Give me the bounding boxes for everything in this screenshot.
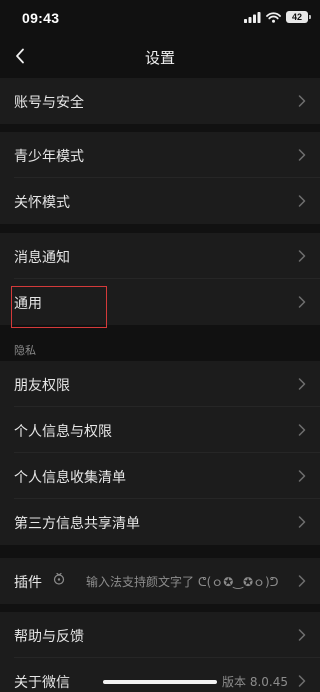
settings-row-teen-mode[interactable]: 青少年模式	[0, 132, 320, 178]
cellular-signal-icon	[244, 11, 261, 23]
row-label: 插件	[14, 575, 42, 591]
settings-row-notifications[interactable]: 消息通知	[0, 233, 320, 279]
row-label: 第三方信息共享清单	[14, 516, 140, 532]
settings-row-third-party-sharing[interactable]: 第三方信息共享清单	[0, 499, 320, 545]
settings-row-personal-info-collection[interactable]: 个人信息收集清单	[0, 453, 320, 499]
row-label: 个人信息与权限	[14, 424, 112, 440]
row-label: 消息通知	[14, 250, 70, 266]
chevron-right-icon	[298, 629, 306, 641]
settings-row-personal-info-permissions[interactable]: 个人信息与权限	[0, 407, 320, 453]
settings-row-friend-permissions[interactable]: 朋友权限	[0, 361, 320, 407]
chevron-right-icon	[298, 516, 306, 528]
row-label: 通用	[14, 296, 42, 312]
settings-row-help-feedback[interactable]: 帮助与反馈	[0, 612, 320, 658]
status-time: 09:43	[22, 10, 60, 26]
settings-row-account-security[interactable]: 账号与安全	[0, 78, 320, 124]
settings-group-modes: 青少年模式 关怀模式	[0, 132, 320, 224]
chevron-right-icon	[298, 378, 306, 390]
row-label: 帮助与反馈	[14, 629, 84, 645]
settings-row-about-wechat[interactable]: 关于微信 版本 8.0.45	[0, 658, 320, 692]
section-header-privacy: 隐私	[14, 344, 36, 357]
row-label: 关怀模式	[14, 195, 70, 211]
chevron-right-icon	[298, 296, 306, 308]
settings-row-plugins[interactable]: 插件 输入法支持颜文字了 ᕦ(ｏ✪‿✪ｏ)ᕤ	[0, 558, 320, 604]
plugin-icon	[53, 572, 65, 585]
settings-group-account: 账号与安全	[0, 78, 320, 124]
chevron-right-icon	[298, 95, 306, 107]
chevron-right-icon	[298, 470, 306, 482]
page-title: 设置	[144, 49, 175, 67]
plugin-note: 输入法支持颜文字了 ᕦ(ｏ✪‿✪ｏ)ᕤ	[86, 575, 279, 589]
battery-level: 42	[291, 12, 302, 22]
chevron-right-icon	[298, 424, 306, 436]
chevron-left-icon	[16, 48, 24, 64]
back-button[interactable]	[6, 42, 34, 70]
battery-icon: 42	[286, 11, 311, 23]
chevron-right-icon	[298, 675, 306, 687]
wifi-icon	[266, 11, 281, 23]
chevron-right-icon	[298, 250, 306, 262]
nav-bar: 设置	[0, 36, 320, 76]
row-label: 账号与安全	[14, 95, 84, 111]
home-indicator	[103, 680, 217, 684]
row-label: 青少年模式	[14, 149, 84, 165]
row-label: 朋友权限	[14, 378, 70, 394]
settings-group-privacy: 朋友权限 个人信息与权限 个人信息收集清单 第三方信息共享清单	[0, 361, 320, 545]
settings-group-general: 消息通知 通用	[0, 233, 320, 325]
chevron-right-icon	[298, 575, 306, 587]
chevron-right-icon	[298, 149, 306, 161]
version-text: 版本 8.0.45	[222, 675, 288, 689]
row-label: 个人信息收集清单	[14, 470, 126, 486]
status-icons: 42	[244, 11, 311, 23]
settings-group-plugins: 插件 输入法支持颜文字了 ᕦ(ｏ✪‿✪ｏ)ᕤ	[0, 558, 320, 604]
status-bar: 09:43 42	[0, 0, 320, 36]
chevron-right-icon	[298, 195, 306, 207]
row-label: 关于微信	[14, 675, 70, 691]
settings-row-general[interactable]: 通用	[0, 279, 320, 325]
settings-row-care-mode[interactable]: 关怀模式	[0, 178, 320, 224]
